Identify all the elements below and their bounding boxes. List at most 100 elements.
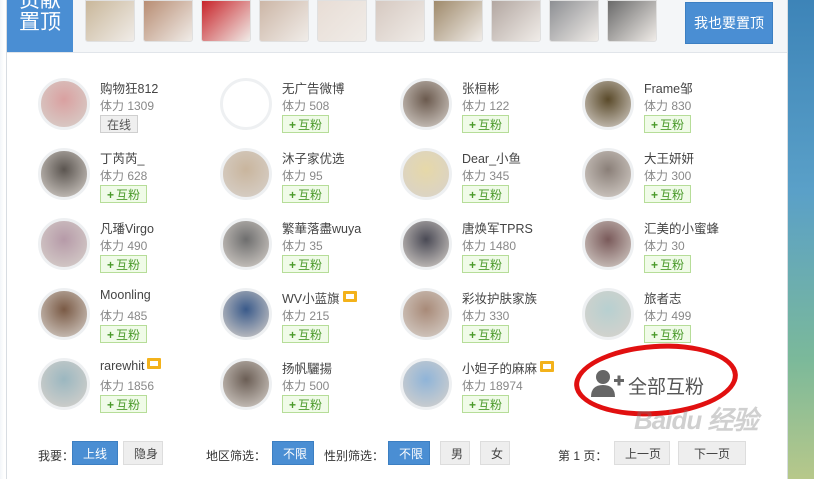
user-stamina: 体力 1480 xyxy=(462,239,517,253)
button-label: 互粉 xyxy=(116,398,141,412)
prev-page-button[interactable]: 上一页 xyxy=(614,441,670,465)
avatar-photo-woman-5[interactable] xyxy=(375,0,425,42)
avatar[interactable] xyxy=(400,358,452,410)
user-stamina: 体力 830 xyxy=(644,99,692,113)
user-name[interactable]: 张桓彬 xyxy=(462,78,500,97)
gender-filter-male[interactable]: 男 xyxy=(440,441,470,465)
mutual-follow-button[interactable]: + 互粉 xyxy=(282,255,330,273)
plus-icon: + xyxy=(651,328,659,342)
avatar[interactable] xyxy=(220,78,272,130)
online-status-button[interactable]: 在线 xyxy=(100,115,139,133)
avatar[interactable] xyxy=(220,218,272,270)
avatar-logo-red-2[interactable] xyxy=(201,0,251,42)
user-name[interactable]: 唐焕军TPRS xyxy=(462,218,533,237)
user-name[interactable]: WV小蓝旗 xyxy=(282,288,357,307)
mutual-follow-button[interactable]: + 互粉 xyxy=(100,185,148,203)
user-stamina: 体力 1309 xyxy=(100,99,155,113)
avatar[interactable] xyxy=(38,358,90,410)
hide-button[interactable]: 隐身 xyxy=(123,441,163,465)
plus-icon: + xyxy=(107,188,115,202)
page-indicator: 第 1 页： xyxy=(558,449,608,463)
avatar[interactable] xyxy=(400,288,452,340)
avatar-photo-objects-6[interactable] xyxy=(433,0,483,42)
avatar-photo-man-8[interactable] xyxy=(549,0,599,42)
user-card: rarewhit 体力 1856 + 互粉 xyxy=(38,358,213,424)
mutual-follow-button[interactable]: + 互粉 xyxy=(462,395,510,413)
user-name[interactable]: 丁芮芮_ xyxy=(100,148,144,167)
mutual-follow-button[interactable]: + 互粉 xyxy=(100,395,148,413)
user-name[interactable]: 购物狂812 xyxy=(100,78,158,97)
avatar[interactable] xyxy=(38,78,90,130)
user-stamina: 体力 330 xyxy=(462,309,510,323)
button-label: 互粉 xyxy=(116,188,141,202)
avatar[interactable] xyxy=(220,148,272,200)
gender-filter-female[interactable]: 女 xyxy=(480,441,510,465)
user-name[interactable]: 大王妍妍 xyxy=(644,148,694,167)
user-name[interactable]: 无广告微博 xyxy=(282,78,345,97)
mutual-follow-button[interactable]: + 互粉 xyxy=(282,185,330,203)
plus-icon: + xyxy=(651,118,659,132)
user-name[interactable]: 繁華落盡wuya xyxy=(282,218,361,237)
plus-icon: + xyxy=(289,398,297,412)
online-button[interactable]: 上线 xyxy=(72,441,118,465)
mutual-follow-button[interactable]: + 互粉 xyxy=(644,325,692,343)
user-card: 彩妆护肤家族体力 330 + 互粉 xyxy=(400,288,575,354)
avatar-photo-woman-sunglasses-3[interactable] xyxy=(259,0,309,42)
avatar[interactable] xyxy=(220,288,272,340)
user-name[interactable]: Dear_小鱼 xyxy=(462,148,521,167)
mutual-follow-button[interactable]: + 互粉 xyxy=(462,185,510,203)
gender-filter-any[interactable]: 不限 xyxy=(388,441,430,465)
avatar-photo-woman-1[interactable] xyxy=(143,0,193,42)
want-top-button[interactable]: 我也要置顶 xyxy=(685,2,773,44)
user-name[interactable]: 沐子家优选 xyxy=(282,148,345,167)
next-page-button[interactable]: 下一页 xyxy=(678,441,746,465)
button-label: 互粉 xyxy=(478,188,503,202)
avatar[interactable] xyxy=(582,218,634,270)
user-name[interactable]: rarewhit xyxy=(100,358,162,373)
window-edge-background xyxy=(786,0,814,479)
mutual-follow-button[interactable]: + 互粉 xyxy=(462,325,510,343)
plus-icon: + xyxy=(469,118,477,132)
mutual-follow-button[interactable]: + 互粉 xyxy=(644,115,692,133)
avatar[interactable] xyxy=(582,78,634,130)
mutual-follow-button[interactable]: + 互粉 xyxy=(282,115,330,133)
avatar[interactable] xyxy=(220,358,272,410)
mutual-follow-button[interactable]: + 互粉 xyxy=(462,255,510,273)
avatar[interactable] xyxy=(38,218,90,270)
user-card: 大王妍妍 体力 300 + 互粉 xyxy=(582,148,757,214)
user-name[interactable]: Moonling xyxy=(100,288,151,302)
user-card: 小妲子的麻麻 体力 18974 + 互粉 xyxy=(400,358,575,424)
avatar[interactable] xyxy=(400,218,452,270)
user-name[interactable]: 扬帆驪揚 xyxy=(282,358,332,377)
mutual-follow-button[interactable]: + 互粉 xyxy=(282,325,330,343)
mutual-follow-button[interactable]: + 互粉 xyxy=(100,325,148,343)
mutual-follow-button[interactable]: + 互粉 xyxy=(100,255,148,273)
user-stamina: 体力 95 xyxy=(282,169,323,183)
user-name[interactable]: 彩妆护肤家族 xyxy=(462,288,537,307)
mutual-follow-button[interactable]: + 互粉 xyxy=(644,185,692,203)
avatar[interactable] xyxy=(582,148,634,200)
mutual-follow-button[interactable]: + 互粉 xyxy=(462,115,510,133)
avatar[interactable] xyxy=(400,148,452,200)
avatar-drawing-girl-4[interactable] xyxy=(317,0,367,42)
mutual-follow-button[interactable]: + 互粉 xyxy=(282,395,330,413)
user-card: 丁芮芮_ 体力 628 + 互粉 xyxy=(38,148,213,214)
button-label: 互粉 xyxy=(298,398,323,412)
avatar-photo-man-dark-9[interactable] xyxy=(607,0,657,42)
avatar[interactable] xyxy=(38,288,90,340)
avatar[interactable] xyxy=(582,288,634,340)
region-filter-any[interactable]: 不限 xyxy=(272,441,314,465)
user-stamina: 体力 215 xyxy=(282,309,330,323)
avatar[interactable] xyxy=(400,78,452,130)
avatar-photo-girl-7[interactable] xyxy=(491,0,541,42)
mutual-follow-button[interactable]: + 互粉 xyxy=(644,255,692,273)
user-name[interactable]: 凡璠Virgo xyxy=(100,218,154,237)
user-name[interactable]: Frame邹 xyxy=(644,78,693,97)
button-label: 在线 xyxy=(107,118,132,132)
user-name[interactable]: 小妲子的麻麻 xyxy=(462,358,555,377)
avatar-photo-cartoon-0[interactable] xyxy=(85,0,135,42)
avatar[interactable] xyxy=(38,148,90,200)
user-name[interactable]: 旅者志 xyxy=(644,288,682,307)
user-name[interactable]: 汇美的小蜜蜂 xyxy=(644,218,719,237)
button-label: 互粉 xyxy=(298,258,323,272)
